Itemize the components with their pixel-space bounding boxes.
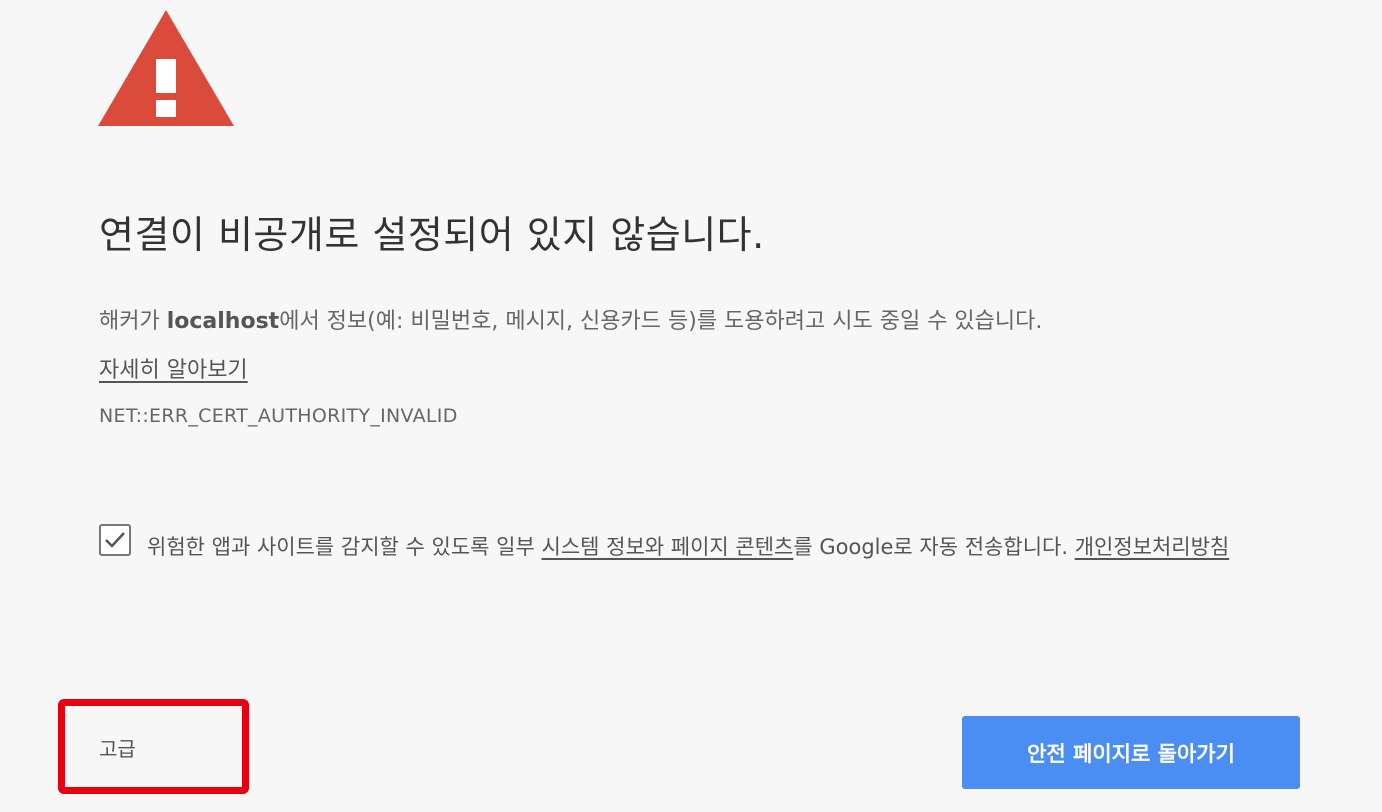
advanced-button[interactable]: 고급 [99, 733, 136, 762]
system-info-link[interactable]: 시스템 정보와 페이지 콘텐츠 [542, 535, 794, 559]
report-text-2: 를 Google로 자동 전송합니다. [793, 535, 1075, 559]
error-code: NET::ERR_CERT_AUTHORITY_INVALID [99, 405, 458, 427]
annotation-highlight-box [58, 699, 249, 794]
safe-browsing-report-checkbox[interactable] [99, 524, 131, 556]
back-to-safety-button[interactable]: 안전 페이지로 돌아가기 [962, 716, 1300, 789]
explanation-suffix: 에서 정보(예: 비밀번호, 메시지, 신용카드 등)를 도용하려고 시도 중일… [279, 309, 1043, 334]
warning-triangle-icon [98, 10, 234, 126]
report-text-1: 위험한 앱과 사이트를 감지할 수 있도록 일부 [147, 535, 542, 559]
interstitial-page: 연결이 비공개로 설정되어 있지 않습니다. 해커가 localhost에서 정… [0, 0, 1382, 812]
host-name: localhost [166, 309, 280, 334]
learn-more-link[interactable]: 자세히 알아보기 [99, 352, 248, 384]
safe-browsing-report-label: 위험한 앱과 사이트를 감지할 수 있도록 일부 시스템 정보와 페이지 콘텐츠… [147, 524, 1307, 571]
explanation-text: 해커가 localhost에서 정보(예: 비밀번호, 메시지, 신용카드 등)… [99, 303, 1042, 335]
checkmark-icon [105, 532, 125, 548]
privacy-policy-link[interactable]: 개인정보처리방침 [1075, 535, 1230, 559]
explanation-prefix: 해커가 [99, 309, 167, 334]
page-title: 연결이 비공개로 설정되어 있지 않습니다. [99, 213, 765, 257]
